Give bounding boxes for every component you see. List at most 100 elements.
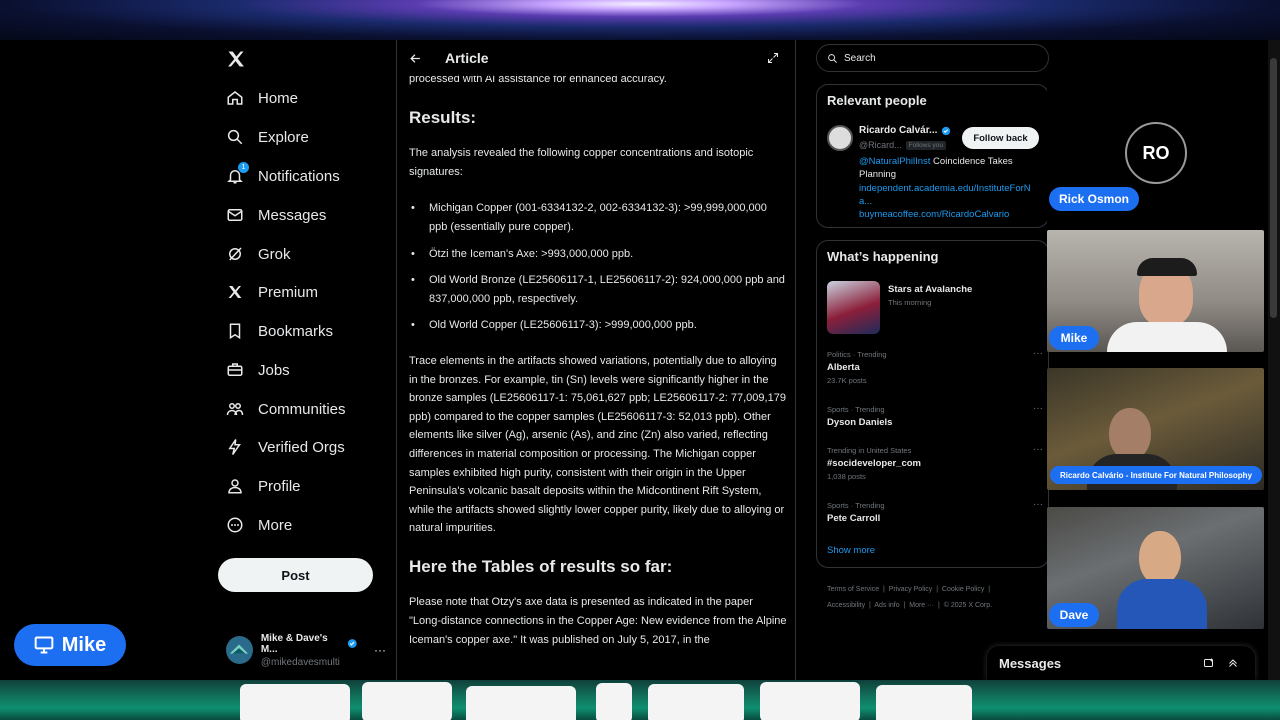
follow-back-button[interactable]: Follow back	[962, 127, 1039, 149]
nav-label: More	[258, 516, 293, 534]
trend-name: Alberta	[827, 362, 860, 373]
page-title: Article	[445, 50, 489, 66]
trend-name: Pete Carroll	[827, 513, 881, 524]
nav-notifications[interactable]: 1 Notifications	[226, 161, 340, 191]
results-list: Michigan Copper (001-6334132-2, 002-6334…	[409, 199, 787, 335]
messages-drawer[interactable]: Messages	[987, 646, 1255, 680]
galaxy-banner	[0, 0, 1280, 40]
ricardo-name-tag: Ricardo Calvário - Institute For Natural…	[1050, 466, 1262, 484]
more-dots-icon[interactable]: ···	[1033, 348, 1043, 359]
nav-home[interactable]: Home	[226, 83, 298, 113]
footer-link[interactable]: Cookie Policy	[942, 586, 984, 593]
footer-link[interactable]: More ···	[909, 602, 934, 609]
trend-meta: Sports · Trending	[827, 501, 885, 510]
show-more-link[interactable]: Show more	[827, 545, 875, 556]
participant-shirt	[1107, 322, 1227, 352]
bio-mention-link[interactable]: @NaturalPhilInst	[859, 156, 930, 167]
dave-name-tag: Dave	[1049, 603, 1099, 627]
bio-link-academia[interactable]: independent.academia.edu/InstituteForNa.…	[859, 183, 1031, 207]
nav-label: Explore	[258, 128, 309, 146]
briefcase-icon	[227, 363, 243, 376]
trend-name: #socideveloper_com	[827, 458, 921, 469]
x-logo[interactable]	[226, 49, 246, 69]
nav-label: Notifications	[258, 167, 340, 185]
search-icon	[828, 53, 837, 63]
event-thumbnail[interactable]	[827, 281, 880, 334]
person-icon	[228, 479, 242, 494]
nav-label: Jobs	[258, 361, 290, 379]
verified-badge-icon	[348, 639, 358, 648]
trend-meta: Trending in United States	[827, 446, 912, 455]
account-name: Mike & Dave's M...	[260, 632, 328, 655]
trend-item[interactable]: Sports · Trending Dyson Daniels ···	[827, 403, 1043, 428]
trend-item[interactable]: Politics · Trending Alberta 23.7K posts …	[827, 348, 1043, 385]
x-icon	[228, 286, 242, 298]
trend-meta: Politics · Trending	[827, 350, 887, 359]
back-arrow-icon[interactable]	[409, 52, 423, 65]
bio-link-coffee[interactable]: buymeacoffee.com/RicardoCalvario	[859, 209, 1009, 220]
results-heading: Results:	[409, 107, 477, 127]
list-item: Old World Copper (LE25606117-3): >999,00…	[409, 316, 787, 335]
messages-drawer-title: Messages	[999, 655, 1062, 671]
nav-premium[interactable]: Premium	[226, 277, 318, 307]
trend-item[interactable]: Trending in United States #socideveloper…	[827, 444, 1043, 481]
trend-item[interactable]: Sports · Trending Pete Carroll ···	[827, 499, 1043, 524]
trend-meta: Sports · Trending	[827, 405, 885, 414]
new-message-icon[interactable]	[1203, 657, 1215, 669]
nav-communities[interactable]: Communities	[226, 394, 346, 424]
footer-link[interactable]: Terms of Service	[827, 586, 879, 593]
nav-more[interactable]: More	[226, 510, 292, 540]
more-dots-icon[interactable]: ···	[1033, 444, 1043, 455]
nav-jobs[interactable]: Jobs	[226, 355, 290, 385]
nav-grok[interactable]: Grok	[226, 239, 291, 269]
nav-profile[interactable]: Profile	[226, 471, 301, 501]
search-icon	[227, 129, 243, 145]
account-switcher[interactable]: Mike & Dave's M... @mikedavesmulti ···	[226, 630, 386, 670]
post-button[interactable]: Post	[218, 558, 373, 592]
more-dots-icon[interactable]: ···	[1033, 403, 1043, 414]
envelope-icon	[227, 209, 243, 221]
chevron-up-icon[interactable]	[1227, 657, 1239, 669]
bookmark-icon	[229, 323, 241, 340]
account-handle: @mikedavesmulti	[260, 656, 340, 668]
avatar[interactable]	[827, 125, 853, 151]
nav-bookmarks[interactable]: Bookmarks	[226, 316, 333, 346]
mike-stream-label: Mike	[61, 633, 107, 656]
nav-label: Messages	[258, 206, 327, 224]
tables-heading: Here the Tables of results so far:	[409, 556, 673, 576]
results-intro: The analysis revealed the following copp…	[409, 147, 754, 178]
search-input[interactable]: Search	[816, 44, 1049, 72]
footer-link[interactable]: Ads info	[874, 602, 899, 609]
expand-icon[interactable]	[767, 52, 779, 64]
participant-silhouette	[1109, 408, 1151, 460]
article-header: Article	[397, 40, 795, 76]
trend-count: 1,038 posts	[827, 472, 866, 481]
more-circle-icon	[227, 517, 243, 533]
footer-link[interactable]: Privacy Policy	[889, 586, 933, 593]
article-column[interactable]: processed with AI assistance for enhance…	[396, 40, 796, 680]
footer-copyright: © 2025 X Corp.	[943, 602, 993, 609]
article-body: processed with AI assistance for enhance…	[409, 70, 787, 649]
nav-label: Premium	[258, 283, 319, 301]
event-title[interactable]: Stars at Avalanche	[888, 284, 972, 295]
more-dots-icon[interactable]: ···	[1033, 499, 1043, 510]
tables-paragraph: Please note that Otzy's axe data is pres…	[409, 596, 787, 646]
list-item: Old World Bronze (LE25606117-1, LE256061…	[409, 271, 787, 308]
search-placeholder: Search	[844, 52, 876, 64]
scrollbar-thumb[interactable]	[1270, 58, 1277, 318]
mike-stream-tag: Mike	[14, 624, 126, 666]
participant-silhouette	[1139, 531, 1181, 585]
footer-link[interactable]: Accessibility	[827, 602, 865, 609]
nav-verified-orgs[interactable]: Verified Orgs	[226, 432, 345, 462]
more-dots-icon[interactable]: ···	[374, 643, 386, 657]
home-icon	[227, 91, 243, 105]
trace-paragraph: Trace elements in the artifacts showed v…	[409, 354, 786, 535]
nav-explore[interactable]: Explore	[226, 122, 309, 152]
mike-name-tag: Mike	[1049, 326, 1099, 350]
relevant-people-title: Relevant people	[827, 93, 927, 108]
person-name[interactable]: Ricardo Calvár...	[859, 125, 937, 136]
nav-messages[interactable]: Messages	[226, 200, 326, 230]
event-time: This morning	[888, 298, 932, 307]
avatar	[226, 636, 253, 664]
monitor-icon	[34, 636, 54, 654]
